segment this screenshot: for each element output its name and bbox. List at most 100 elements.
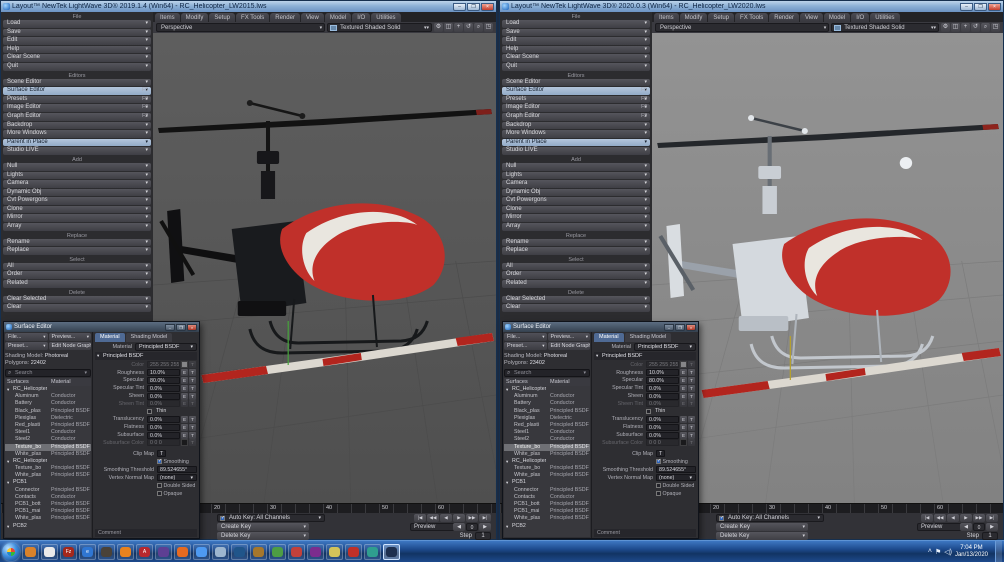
menu-tab[interactable]: FX Tools <box>735 13 768 22</box>
material-param-row[interactable]: ThinET <box>95 408 197 416</box>
menu-tab[interactable]: Items <box>155 13 180 22</box>
tree-expand-icon[interactable]: ▾ <box>506 386 508 393</box>
hidden-icons-chevron[interactable]: ˄ <box>928 548 932 555</box>
minimize-button[interactable]: – <box>453 3 466 11</box>
sidebar-item[interactable]: Null▾ <box>502 163 650 171</box>
sidebar-item[interactable]: Clear Scene▾ <box>502 54 650 62</box>
clip-map-button[interactable]: T <box>157 450 166 457</box>
menu-tab[interactable]: Setup <box>708 13 734 22</box>
surface-list-item[interactable]: ▾Red_plastiPrincipled BSDF <box>5 422 91 429</box>
surface-editor-titlebar[interactable]: Surface Editor – ❐ × <box>4 322 199 332</box>
surface-list-item[interactable]: ▾ContactsConductor <box>5 494 91 501</box>
sidebar-item[interactable]: Scene Editor▾ <box>502 79 650 87</box>
sidebar-item[interactable]: Scene Editor▾ <box>3 79 151 87</box>
sidebar-item[interactable]: Array▾ <box>3 223 151 231</box>
surface-list-item[interactable]: ▾Steel1Conductor <box>504 429 590 436</box>
menu-tab[interactable]: Model <box>824 13 850 22</box>
transport-button[interactable]: |◀ <box>414 514 426 522</box>
tab-shading-model[interactable]: Shading Model <box>625 333 672 342</box>
window-titlebar[interactable]: Layout™ NewTek LightWave 3D® 2019.1.4 (W… <box>1 1 496 12</box>
tree-expand-icon[interactable]: ▾ <box>506 479 508 486</box>
taskbar-app-icon[interactable] <box>288 544 305 560</box>
smoothing-checkbox[interactable] <box>157 459 162 464</box>
surface-list-item[interactable]: ▾White_plasPrincipled BSDF <box>5 515 91 522</box>
taskbar-clock[interactable]: 7:04 PMJan/13/2020 <box>955 545 992 559</box>
transport-button[interactable]: ▶| <box>479 514 491 522</box>
volume-icon[interactable]: ◁) <box>944 548 952 556</box>
sidebar-item[interactable]: Graph Editor▾F2 <box>502 113 650 121</box>
start-button[interactable] <box>2 543 20 561</box>
sidebar-item[interactable]: Dynamic Obj▾ <box>3 189 151 197</box>
surface-list-item[interactable]: ▾Red_plastiPrincipled BSDF <box>504 422 590 429</box>
sidebar-item[interactable]: Parent in Place▾ <box>502 139 650 147</box>
surface-list-item[interactable]: ▾PCB1_maiPrincipled BSDF <box>5 508 91 515</box>
viewport-control-icon[interactable]: ⌕ <box>981 23 990 32</box>
preset-dropdown[interactable]: Preset...▾ <box>504 342 547 350</box>
sidebar-item[interactable]: All▾ <box>502 263 650 271</box>
surface-list-item[interactable]: ▾Texture_boPrincipled BSDF <box>504 465 590 472</box>
material-param-row[interactable]: Sheen0.0%ET <box>594 392 696 400</box>
sidebar-item[interactable]: Null▾ <box>3 163 151 171</box>
surface-list-item[interactable]: ▾White_plasPrincipled BSDF <box>5 472 91 479</box>
edit-node-graph-button[interactable]: Edit Node Graph <box>548 342 591 350</box>
transport-button[interactable]: ▶▶ <box>466 514 478 522</box>
current-frame-field[interactable]: 0 <box>466 523 478 531</box>
sidebar-item[interactable]: Dynamic Obj▾ <box>502 189 650 197</box>
auto-key-dropdown[interactable]: Auto Key: All Channels▾ <box>716 514 824 522</box>
maximize-button[interactable]: ❐ <box>467 3 480 11</box>
material-param-row[interactable]: Color255 255 255ET <box>594 361 696 369</box>
taskbar-app-icon[interactable] <box>364 544 381 560</box>
panel-maximize-button[interactable]: ❐ <box>675 324 685 331</box>
surface-list-item[interactable]: ▾Texture_boPrincipled BSDF <box>5 444 91 451</box>
opaque-checkbox[interactable] <box>656 491 661 496</box>
sidebar-item[interactable]: Related▾ <box>502 280 650 288</box>
opaque-checkbox[interactable] <box>157 491 162 496</box>
viewport-control-icon[interactable]: ⚙ <box>434 23 443 32</box>
taskbar-app-icon[interactable] <box>98 544 115 560</box>
sidebar-item[interactable]: Edit▾ <box>502 37 650 45</box>
surface-list-item[interactable]: ▾Steel2Conductor <box>5 436 91 443</box>
surface-list-item[interactable]: ▾Steel1Conductor <box>5 429 91 436</box>
sidebar-item[interactable]: Mirror▾ <box>3 214 151 222</box>
surface-list-item[interactable]: ▾ContactsConductor <box>504 494 590 501</box>
sidebar-item[interactable]: Load▾ <box>3 20 151 28</box>
material-param-row[interactable]: Roughness10.0%ET <box>594 369 696 377</box>
menu-tab[interactable]: I/O <box>352 13 370 22</box>
surface-list-item[interactable]: ▾PCB1_bottPrincipled BSDF <box>5 501 91 508</box>
transport-button[interactable]: ▶ <box>453 514 465 522</box>
vertex-normal-map-dropdown[interactable]: (none)▾ <box>157 474 197 481</box>
material-dropdown[interactable]: Principled BSDF▾ <box>135 343 197 351</box>
smoothing-threshold-field[interactable]: 89.524655° <box>157 466 197 473</box>
menu-tab[interactable]: Modify <box>181 13 209 22</box>
taskbar-app-icon[interactable] <box>22 544 39 560</box>
sidebar-item[interactable]: Cvt Powergons▾ <box>502 197 650 205</box>
menu-tab[interactable]: I/O <box>851 13 869 22</box>
menu-tab[interactable]: Items <box>654 13 679 22</box>
sidebar-item[interactable]: Order▾ <box>502 271 650 279</box>
tree-expand-icon[interactable]: ▾ <box>7 386 9 393</box>
file-dropdown[interactable]: File...▾ <box>504 333 547 341</box>
transport-button[interactable]: ◀ <box>440 514 452 522</box>
material-param-row[interactable]: Flatness0.0%ET <box>95 423 197 431</box>
tab-material[interactable]: Material <box>594 333 624 342</box>
sidebar-item[interactable]: Studio LIVE▾ <box>502 147 650 155</box>
material-dropdown[interactable]: Principled BSDF▾ <box>634 343 696 351</box>
viewport-control-icon[interactable]: ⌕ <box>474 23 483 32</box>
surface-list-item[interactable]: ▾RC_Helicopter <box>504 458 590 465</box>
sidebar-item[interactable]: Clear Selected▾ <box>502 296 650 304</box>
menu-tab[interactable]: View <box>301 13 324 22</box>
maximize-button[interactable]: ❐ <box>974 3 987 11</box>
sidebar-item[interactable]: Save▾ <box>502 29 650 37</box>
viewport-control-icon[interactable]: ◳ <box>991 23 1000 32</box>
tab-material[interactable]: Material <box>95 333 125 342</box>
edit-node-graph-button[interactable]: Edit Node Graph <box>49 342 92 350</box>
surface-list-item[interactable]: ▾PlexiglasDielectric <box>5 415 91 422</box>
surface-list-item[interactable]: ▾PCB1 <box>5 479 91 486</box>
frame-back-button[interactable]: ◀ <box>453 523 465 531</box>
taskbar-app-icon[interactable] <box>250 544 267 560</box>
surface-list-item[interactable]: ▾White_plasPrincipled BSDF <box>504 451 590 458</box>
panel-maximize-button[interactable]: ❐ <box>176 324 186 331</box>
material-param-row[interactable]: Translucency0.0%ET <box>95 416 197 424</box>
surface-list-item[interactable]: ▾Black_plasPrincipled BSDF <box>5 408 91 415</box>
double-sided-checkbox[interactable] <box>157 483 162 488</box>
